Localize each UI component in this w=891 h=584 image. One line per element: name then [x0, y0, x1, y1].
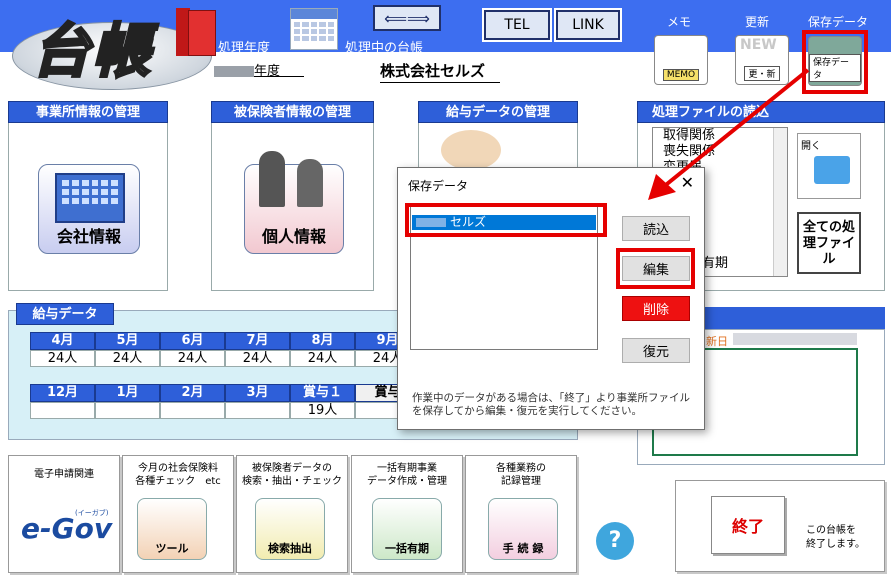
payroll-count-cell: [30, 402, 95, 419]
payroll-count-cell: [95, 402, 160, 419]
app-logo: 台帳: [30, 16, 153, 87]
year-label: 処理年度: [218, 41, 271, 56]
payroll-month-header[interactable]: 2月: [160, 384, 225, 402]
person-icon: [259, 151, 285, 207]
blurred-year: [214, 66, 254, 77]
payroll-month-header[interactable]: 12月: [30, 384, 95, 402]
payroll-count-cell: [160, 402, 225, 419]
book-icon: [176, 8, 216, 56]
load-button[interactable]: 読込: [622, 216, 690, 241]
tools-label: 今月の社会保険料 各種チェック etc: [135, 463, 221, 487]
search-label: 被保険者データの 検索・抽出・チェック: [242, 463, 342, 487]
payroll-month-header[interactable]: 賞与１: [290, 384, 355, 402]
payroll-count-cell: 24人: [160, 350, 225, 367]
payroll-count-cell: 19人: [290, 402, 355, 419]
yen-icon: [441, 130, 501, 170]
payroll-count-cell: 24人: [30, 350, 95, 367]
ledger-label: 処理中の台帳: [345, 41, 424, 56]
blurred-date: [733, 333, 857, 345]
egov-sub: (イーガブ): [75, 509, 109, 517]
company-info-label: 会社情報: [56, 227, 121, 246]
personal-info-label: 個人情報: [261, 227, 326, 246]
search-box[interactable]: 被保険者データの 検索・抽出・チェック 検索抽出: [236, 455, 348, 573]
tools-box[interactable]: 今月の社会保険料 各種チェック etc ツール: [122, 455, 234, 573]
elder-icon: [297, 159, 323, 207]
payroll-count-cell: 24人: [290, 350, 355, 367]
bulk-box[interactable]: 一括有期事業 データ作成・管理 一括有期: [351, 455, 463, 573]
exit-description: この台帳を 終了します。: [806, 525, 865, 550]
memo-date-label: 新日: [706, 335, 728, 348]
records-icon: 手 続 録: [488, 498, 558, 560]
payroll-month-header[interactable]: 5月: [95, 332, 160, 350]
records-label: 各種業務の 記録管理: [496, 463, 546, 487]
payroll-month-header[interactable]: 4月: [30, 332, 95, 350]
payroll-month-header[interactable]: 6月: [160, 332, 225, 350]
company-info-button[interactable]: 会社情報: [38, 164, 140, 254]
selection-highlight: [405, 203, 607, 237]
shovel-icon: 一括有期: [372, 498, 442, 560]
memo-label: メモ: [667, 15, 692, 29]
new-icon: NEW: [740, 37, 777, 53]
exit-button[interactable]: 終了: [711, 496, 785, 554]
switch-arrows-button[interactable]: ⟸⟹: [373, 5, 441, 31]
building-icon: [55, 173, 125, 223]
payroll-title: 給与データ: [16, 303, 114, 325]
delete-button[interactable]: 削除: [622, 296, 690, 321]
payroll-month-header[interactable]: 1月: [95, 384, 160, 402]
link-button[interactable]: LINK: [554, 8, 622, 42]
bulk-label: 一括有期事業 データ作成・管理: [367, 463, 447, 487]
payroll-month-header[interactable]: 3月: [225, 384, 290, 402]
edit-button[interactable]: 編集: [622, 256, 690, 281]
update-label: 更新: [745, 15, 770, 29]
egov-box[interactable]: 電子申請関連 e-Gov (イーガブ): [8, 455, 120, 573]
company-name: 株式会社セルズ: [380, 60, 500, 83]
insured-section-title: 被保険者情報の管理: [211, 101, 374, 123]
tools-icon: ツール: [137, 498, 207, 560]
year-value: 年度: [214, 60, 304, 79]
payroll-count-cell: 24人: [225, 350, 290, 367]
office-section-title: 事業所情報の管理: [8, 101, 168, 123]
payroll-count-cell: 24人: [95, 350, 160, 367]
tel-button[interactable]: TEL: [482, 8, 552, 42]
egov-label: 電子申請関連: [34, 469, 94, 480]
help-icon[interactable]: ?: [596, 522, 634, 560]
salary-section-title: 給与データの管理: [418, 101, 578, 123]
all-files-button[interactable]: 全ての処理ファイル: [797, 212, 861, 274]
red-arrow-icon: [648, 68, 810, 200]
payroll-month-header[interactable]: 7月: [225, 332, 290, 350]
save-data-label: 保存データ: [808, 15, 869, 29]
payroll-month-header[interactable]: 8月: [290, 332, 355, 350]
restore-button[interactable]: 復元: [622, 338, 690, 363]
personal-info-button[interactable]: 個人情報: [244, 151, 344, 254]
dialog-title: 保存データ: [408, 179, 469, 193]
dialog-note: 作業中のデータがある場合は、「終了」より事業所ファイルを保存してから編集・復元を…: [412, 392, 691, 417]
calendar-icon: [290, 8, 338, 50]
records-box[interactable]: 各種業務の 記録管理 手 続 録: [465, 455, 577, 573]
payroll-count-cell: [225, 402, 290, 419]
magnifier-icon: 検索抽出: [255, 498, 325, 560]
